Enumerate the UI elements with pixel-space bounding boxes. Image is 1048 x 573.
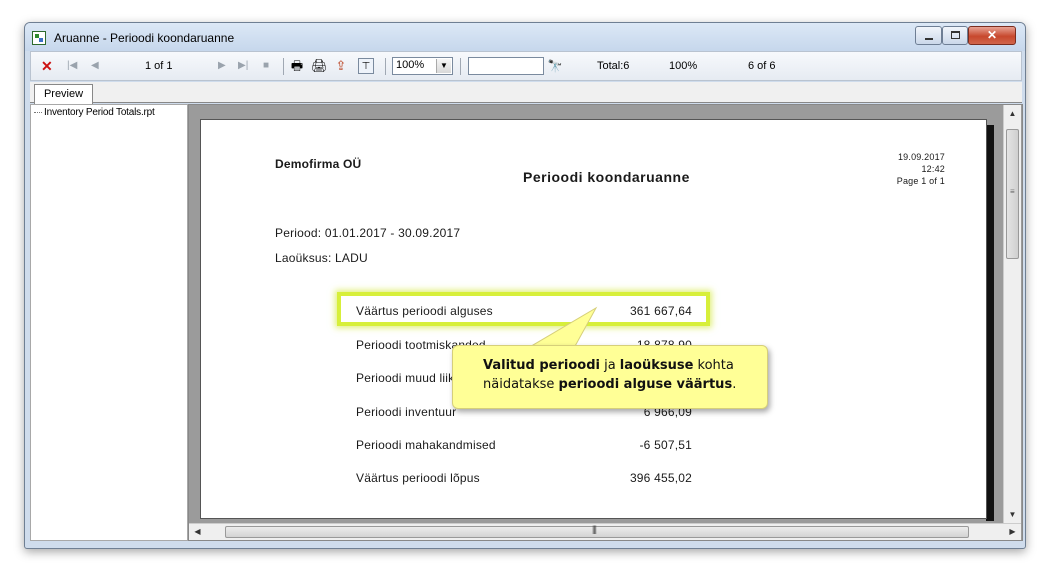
page-indicator: 1 of 1: [145, 60, 173, 72]
horizontal-scroll-thumb[interactable]: |||: [225, 524, 969, 538]
chevron-down-icon[interactable]: ▼: [436, 59, 451, 73]
callout-tooltip: Valitud perioodi ja laoüksuse kohta näid…: [452, 345, 768, 409]
report-warehouse: Laoüksus: LADU: [275, 251, 368, 265]
toolbar-divider: [385, 58, 386, 75]
tab-preview[interactable]: Preview: [34, 84, 93, 104]
horizontal-scrollbar[interactable]: ◀ ||| ▶: [189, 523, 1021, 540]
search-input[interactable]: [468, 57, 544, 75]
close-window-button[interactable]: ✕: [968, 26, 1016, 45]
row-value: 396 455,02: [629, 471, 692, 485]
tree-connector: [34, 111, 42, 113]
callout-text: ja: [599, 358, 620, 373]
export-icon[interactable]: ⇪: [333, 58, 349, 74]
first-page-button[interactable]: |◀: [67, 57, 77, 75]
title-bar[interactable]: Aruanne - Perioodi koondaruanne ✕: [25, 23, 1025, 51]
binoculars-search-icon[interactable]: 🔭: [547, 58, 563, 74]
last-page-button[interactable]: ▶|: [238, 57, 248, 75]
scroll-up-icon[interactable]: ▲: [1004, 105, 1021, 122]
previous-page-button[interactable]: ◀: [91, 57, 99, 75]
row-label: Perioodi mahakandmised: [356, 438, 496, 452]
scroll-left-icon[interactable]: ◀: [189, 524, 206, 540]
callout-bold: perioodi alguse väärtus: [558, 377, 733, 392]
next-page-button[interactable]: ▶: [218, 57, 226, 75]
row-label: Perioodi inventuur: [356, 405, 457, 419]
total-label: Total:6: [597, 60, 630, 72]
report-time: 12:42: [921, 164, 945, 174]
zoom-value: 100%: [396, 59, 425, 71]
callout-text: .: [732, 377, 737, 392]
group-tree-panel: Inventory Period Totals.rpt: [30, 104, 188, 541]
stop-button[interactable]: ■: [263, 57, 269, 75]
callout-pointer-shape: [528, 306, 598, 348]
grip-icon: ≡: [1010, 187, 1015, 196]
company-name: Demofirma OÜ: [275, 157, 362, 171]
report-viewer: Demofirma OÜ Perioodi koondaruanne 19.09…: [188, 104, 1023, 541]
tree-item-label: Inventory Period Totals.rpt: [44, 107, 155, 118]
highlight-box: [337, 292, 710, 326]
scroll-down-icon[interactable]: ▼: [1004, 506, 1021, 523]
report-toolbar: ✕ |◀ ◀ 1 of 1 ▶ ▶| ■ 🖶 🖨 ⇪ ⊤ 100% ▼ 🔭 To…: [30, 51, 1022, 81]
grip-icon: |||: [592, 524, 597, 534]
toolbar-divider: [283, 58, 284, 75]
print-icon[interactable]: 🖶: [289, 58, 305, 74]
report-period: Periood: 01.01.2017 - 30.09.2017: [275, 226, 461, 240]
maximize-icon: [951, 31, 960, 39]
page-shadow: [986, 125, 994, 521]
report-window: Aruanne - Perioodi koondaruanne ✕ ✕ |◀ ◀…: [24, 22, 1026, 549]
report-page-number: Page 1 of 1: [896, 176, 945, 186]
close-view-button[interactable]: ✕: [41, 57, 53, 75]
report-title: Perioodi koondaruanne: [523, 169, 690, 185]
toolbar-divider: [460, 58, 461, 75]
app-icon: [32, 31, 46, 45]
row-label: Väärtus perioodi lõpus: [356, 471, 480, 485]
scroll-right-icon[interactable]: ▶: [1004, 524, 1021, 540]
minimize-icon: [925, 38, 933, 40]
window-title: Aruanne - Perioodi koondaruanne: [54, 31, 235, 45]
percent-label: 100%: [669, 60, 698, 72]
callout-bold: laoüksuse: [619, 358, 694, 373]
group-tree-icon[interactable]: ⊤: [358, 58, 374, 74]
maximize-button[interactable]: [942, 26, 968, 45]
minimize-button[interactable]: [915, 26, 942, 45]
record-count: 6 of 6: [748, 60, 776, 72]
callout-bold: Valitud perioodi: [483, 358, 600, 373]
printer-setup-icon[interactable]: 🖨: [311, 58, 328, 74]
zoom-select[interactable]: 100% ▼: [392, 57, 453, 75]
tree-item-report[interactable]: Inventory Period Totals.rpt: [34, 107, 155, 118]
callout-pointer: [528, 306, 598, 348]
vertical-scrollbar[interactable]: ▲ ≡ ▼: [1003, 105, 1021, 523]
vertical-scroll-thumb[interactable]: ≡: [1006, 129, 1019, 259]
report-date: 19.09.2017: [897, 152, 945, 162]
tab-bar: Preview: [30, 82, 1022, 104]
row-value: -6 507,51: [639, 438, 692, 452]
close-icon: ✕: [986, 28, 998, 42]
